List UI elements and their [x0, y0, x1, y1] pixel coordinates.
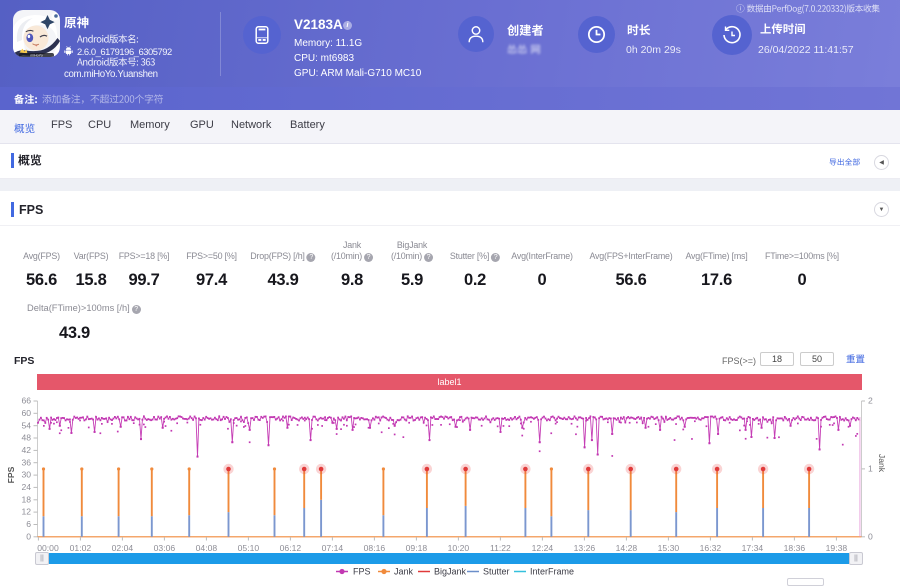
svg-text:InterFrame: InterFrame	[530, 567, 574, 577]
svg-text:0: 0	[26, 531, 31, 541]
svg-text:16:32: 16:32	[700, 543, 722, 553]
svg-text:FPS: FPS	[6, 466, 16, 483]
svg-text:14:28: 14:28	[616, 543, 638, 553]
svg-text:18: 18	[21, 494, 31, 504]
svg-text:24: 24	[21, 482, 31, 492]
svg-text:15:30: 15:30	[658, 543, 680, 553]
svg-text:36: 36	[21, 457, 31, 467]
svg-text:Jank: Jank	[877, 454, 887, 473]
svg-text:1: 1	[868, 464, 873, 474]
svg-text:12: 12	[21, 507, 31, 517]
svg-text:48: 48	[21, 433, 31, 443]
svg-text:11:22: 11:22	[490, 543, 511, 553]
svg-text:66: 66	[21, 396, 31, 406]
svg-text:Stutter: Stutter	[483, 567, 510, 577]
svg-text:04:08: 04:08	[196, 543, 218, 553]
svg-text:6: 6	[26, 519, 31, 529]
svg-text:09:18: 09:18	[406, 543, 428, 553]
svg-text:13:26: 13:26	[574, 543, 596, 553]
svg-text:42: 42	[21, 445, 31, 455]
svg-text:FPS: FPS	[353, 567, 371, 577]
svg-text:17:34: 17:34	[742, 543, 764, 553]
svg-text:2: 2	[868, 396, 873, 406]
svg-text:10:20: 10:20	[448, 543, 470, 553]
svg-text:01:02: 01:02	[70, 543, 92, 553]
svg-text:02:04: 02:04	[112, 543, 134, 553]
svg-text:60: 60	[21, 408, 31, 418]
svg-text:05:10: 05:10	[238, 543, 260, 553]
svg-text:06:12: 06:12	[280, 543, 302, 553]
svg-text:54: 54	[21, 420, 31, 430]
svg-text:03:06: 03:06	[154, 543, 176, 553]
svg-text:0: 0	[868, 531, 873, 541]
svg-text:18:36: 18:36	[784, 543, 806, 553]
svg-text:30: 30	[21, 470, 31, 480]
svg-text:08:16: 08:16	[364, 543, 386, 553]
svg-text:19:38: 19:38	[826, 543, 848, 553]
svg-text:12:24: 12:24	[532, 543, 554, 553]
svg-text:07:14: 07:14	[322, 543, 344, 553]
svg-text:BigJank: BigJank	[434, 567, 467, 577]
svg-text:Jank: Jank	[394, 567, 414, 577]
